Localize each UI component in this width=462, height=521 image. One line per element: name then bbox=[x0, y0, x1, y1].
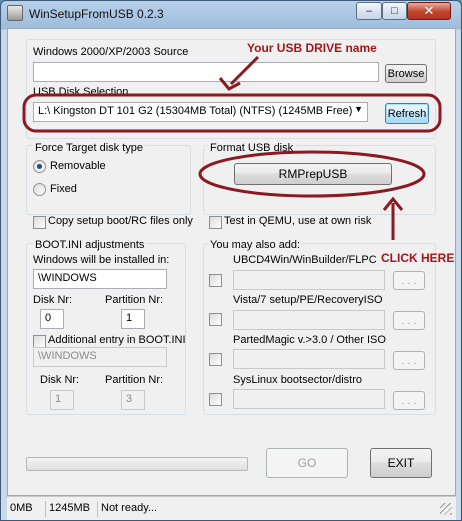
also-add-checkbox[interactable] bbox=[209, 274, 222, 287]
also-add-item-label: PartedMagic v.>3.0 / Other ISO bbox=[233, 334, 386, 346]
additional-partition-nr-label: Partition Nr: bbox=[105, 374, 164, 386]
copy-setup-checkbox[interactable] bbox=[33, 216, 46, 229]
also-add-path-input[interactable] bbox=[233, 389, 385, 409]
also-add-label: You may also add: bbox=[208, 239, 303, 251]
disk-nr-label: Disk Nr: bbox=[33, 294, 73, 306]
also-add-browse-button[interactable]: . . . bbox=[393, 351, 425, 370]
rmprepusb-button[interactable]: RMPrepUSB bbox=[234, 163, 392, 185]
app-icon bbox=[7, 5, 23, 21]
annotation-click-here: CLICK HERE bbox=[381, 251, 455, 265]
app-window: WinSetupFromUSB 0.2.3 – □ ✕ Windows 2000… bbox=[0, 0, 462, 521]
also-add-path-input[interactable] bbox=[233, 270, 385, 290]
additional-entry-label: Additional entry in BOOT.INI bbox=[48, 334, 186, 346]
also-add-browse-button[interactable]: . . . bbox=[393, 311, 425, 330]
additional-disk-nr-label: Disk Nr: bbox=[40, 374, 80, 386]
usb-disk-select[interactable]: L:\ Kingston DT 101 G2 (15304MB Total) (… bbox=[33, 102, 368, 122]
status-free: 1245MB bbox=[45, 501, 93, 517]
also-add-item-label: UBCD4Win/WinBuilder/FLPC bbox=[233, 254, 377, 266]
also-add-path-input[interactable] bbox=[233, 349, 385, 369]
test-qemu-label: Test in QEMU, use at own risk bbox=[224, 215, 372, 227]
source-label: Windows 2000/XP/2003 Source bbox=[33, 46, 189, 58]
also-add-checkbox[interactable] bbox=[209, 353, 222, 366]
status-size: 0MB bbox=[10, 502, 33, 514]
additional-disk-nr-input[interactable]: 1 bbox=[50, 390, 74, 410]
install-path-input[interactable]: \WINDOWS bbox=[33, 269, 167, 289]
resize-grip-icon[interactable] bbox=[440, 503, 452, 515]
also-add-item-label: Vista/7 setup/PE/RecoveryISO bbox=[233, 294, 383, 306]
browse-button[interactable]: Browse bbox=[385, 64, 427, 83]
bootini-label: BOOT.INI adjustments bbox=[33, 239, 147, 251]
copy-setup-label: Copy setup boot/RC files only bbox=[48, 215, 193, 227]
also-add-path-input[interactable] bbox=[233, 310, 385, 330]
removable-radio[interactable] bbox=[33, 160, 46, 173]
additional-path-input[interactable]: \WINDOWS bbox=[33, 347, 167, 367]
usb-disk-label: USB Disk Selection bbox=[33, 86, 129, 98]
also-add-checkbox[interactable] bbox=[209, 393, 222, 406]
disk-nr-input[interactable]: 0 bbox=[40, 309, 64, 329]
window-title: WinSetupFromUSB 0.2.3 bbox=[29, 7, 164, 21]
force-target-group bbox=[26, 145, 191, 215]
close-button[interactable]: ✕ bbox=[407, 2, 451, 20]
maximize-button[interactable]: □ bbox=[382, 2, 407, 20]
title-bar[interactable]: WinSetupFromUSB 0.2.3 – □ ✕ bbox=[1, 1, 461, 27]
exit-button[interactable]: EXIT bbox=[370, 448, 432, 478]
also-add-browse-button[interactable]: . . . bbox=[393, 391, 425, 410]
annotation-usb-drive: Your USB DRIVE name bbox=[247, 41, 377, 55]
chevron-down-icon: ▼ bbox=[354, 104, 363, 114]
source-path-input[interactable] bbox=[33, 62, 379, 82]
go-button[interactable]: GO bbox=[266, 448, 348, 478]
force-target-label: Force Target disk type bbox=[33, 142, 146, 154]
format-label: Format USB disk bbox=[208, 142, 296, 154]
partition-nr-label: Partition Nr: bbox=[105, 294, 164, 306]
main-panel: Windows 2000/XP/2003 Source Browse USB D… bbox=[7, 28, 456, 496]
fixed-label: Fixed bbox=[50, 183, 77, 195]
progress-bar bbox=[26, 457, 248, 471]
status-bar: 0MB 1245MB Not ready... bbox=[7, 496, 456, 520]
also-add-item-label: SysLinux bootsector/distro bbox=[233, 374, 363, 386]
additional-partition-nr-input[interactable]: 3 bbox=[121, 390, 145, 410]
also-add-checkbox[interactable] bbox=[209, 313, 222, 326]
removable-label: Removable bbox=[50, 160, 106, 172]
test-qemu-checkbox[interactable] bbox=[209, 216, 222, 229]
fixed-radio[interactable] bbox=[33, 183, 46, 196]
status-message: Not ready... bbox=[97, 501, 160, 517]
usb-disk-value: L:\ Kingston DT 101 G2 (15304MB Total) (… bbox=[38, 105, 353, 117]
minimize-button[interactable]: – bbox=[356, 2, 382, 20]
refresh-button[interactable]: Refresh bbox=[385, 103, 429, 124]
install-path-label: Windows will be installed in: bbox=[33, 254, 170, 266]
also-add-browse-button[interactable]: . . . bbox=[393, 271, 425, 290]
partition-nr-input[interactable]: 1 bbox=[121, 309, 145, 329]
